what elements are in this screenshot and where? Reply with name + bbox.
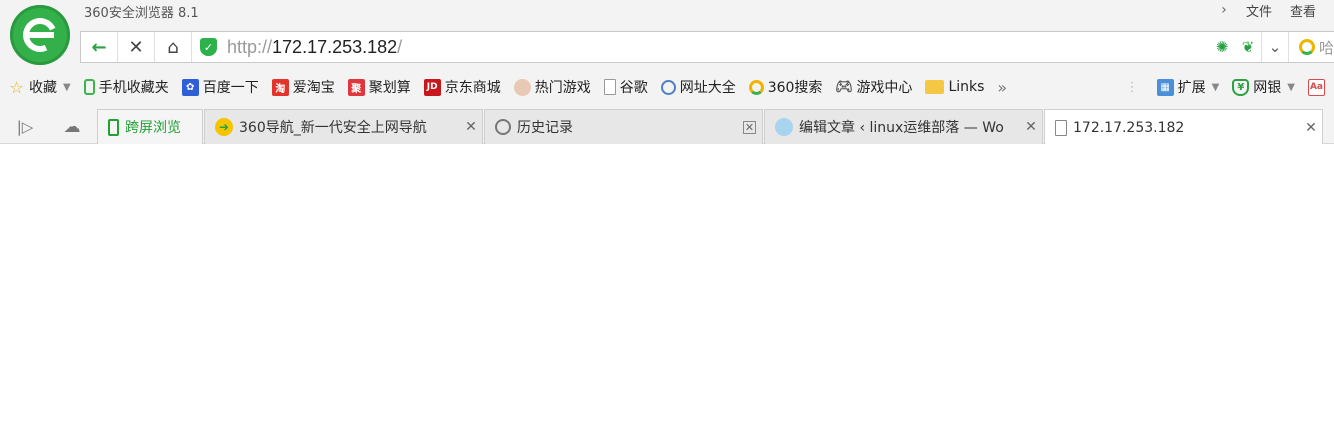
cloud-icon[interactable]: ☁ (52, 109, 92, 144)
chevron-right-icon[interactable]: › (1214, 2, 1234, 18)
clock-icon (495, 119, 511, 135)
security-shield-icon[interactable]: ✓ (200, 38, 217, 56)
translate-button[interactable]: Aa (1303, 75, 1334, 99)
bookmark-links[interactable]: Links (920, 75, 989, 99)
tab-history[interactable]: 历史记录 ✕ (484, 109, 763, 144)
360-browser-logo[interactable] (10, 5, 70, 65)
bank-shield-icon: ¥ (1232, 78, 1250, 96)
bookmark-game-center[interactable]: 🎮︎ 游戏中心 (830, 75, 917, 99)
bookmark-url-directory[interactable]: 网址大全 (656, 75, 741, 99)
search-360-icon (748, 79, 764, 95)
address-bar[interactable]: http://172.17.253.182/ (227, 37, 402, 58)
bookmark-hot-games[interactable]: 热门游戏 (509, 75, 596, 99)
bookmark-favorites[interactable]: ☆ 收藏 ▼ (3, 75, 76, 99)
tab-cross-screen[interactable]: 跨屏浏览 (97, 109, 203, 144)
gamepad-icon: 🎮︎ (835, 79, 853, 95)
page-icon (1055, 119, 1067, 136)
close-icon[interactable]: ✕ (743, 120, 756, 134)
folder-icon (925, 80, 945, 94)
url-tail: / (397, 36, 403, 57)
360-nav-icon: ➜ (215, 118, 233, 136)
browser-chrome: 360安全浏览器 8.1 › 文件 查看 ← ✕ ⌂ ✓ http://172.… (0, 0, 1334, 145)
url-scheme: http:// (227, 36, 273, 57)
bookmark-taobao[interactable]: 淘 爱淘宝 (267, 75, 340, 99)
caret-down-icon[interactable]: ▼ (63, 82, 71, 93)
close-icon[interactable]: ✕ (1300, 120, 1322, 136)
baidu-paw-icon: ✿ (181, 78, 199, 96)
tab-active-page[interactable]: 172.17.253.182 ✕ (1044, 109, 1323, 145)
juhuasuan-icon: 聚 (347, 78, 365, 96)
bookmark-mobile-favorites[interactable]: 手机收藏夹 (79, 75, 174, 99)
game-avatar-icon (513, 78, 531, 96)
bookmark-360-search[interactable]: 360搜索 (744, 75, 828, 99)
url-host: 172.17.253.182 (272, 36, 398, 57)
bookmarks-bar: ☆ 收藏 ▼ 手机收藏夹 ✿ 百度一下 淘 爱淘宝 聚 聚划算 JD 京东商城 … (0, 73, 1334, 101)
leaf-mode-icon[interactable]: ❦ (1235, 32, 1261, 62)
page-content (0, 144, 1334, 424)
wordpress-icon (775, 118, 793, 136)
menu-bar: › 文件 查看 (1214, 0, 1334, 20)
bookmark-google[interactable]: 谷歌 (599, 75, 653, 99)
chevron-down-icon[interactable]: ⌄ (1262, 32, 1288, 62)
back-button[interactable]: ← (81, 32, 118, 62)
stop-button[interactable]: ✕ (118, 32, 155, 62)
taobao-icon: 淘 (271, 78, 289, 96)
menu-view[interactable]: 查看 (1290, 1, 1316, 20)
caret-down-icon[interactable]: ▼ (1212, 82, 1220, 93)
bookmark-juhuasuan[interactable]: 聚 聚划算 (343, 75, 416, 99)
phone-icon (83, 79, 95, 95)
text-size-icon: Aa (1308, 78, 1325, 96)
more-bookmarks-icon[interactable]: » (992, 75, 1012, 99)
loading-spinner-icon[interactable]: ✺ (1209, 32, 1235, 62)
phone-icon (108, 118, 119, 136)
tab-360-navigation[interactable]: ➜ 360导航_新一代安全上网导航 ✕ (204, 109, 483, 144)
globe-icon (660, 79, 676, 95)
extensions-button[interactable]: ▦ 扩展 ▼ (1152, 75, 1225, 99)
caret-down-icon[interactable]: ▼ (1287, 82, 1295, 93)
tab-edit-article[interactable]: 编辑文章 ‹ linux运维部落 — Wo ✕ (764, 109, 1043, 144)
bookmark-baidu[interactable]: ✿ 百度一下 (177, 75, 264, 99)
drag-handle-icon[interactable]: ⋮ (1126, 80, 1139, 95)
bookmark-jd[interactable]: JD 京东商城 (419, 75, 506, 99)
tab-bar: |▷ ☁ 跨屏浏览 ➜ 360导航_新一代安全上网导航 ✕ 历史记录 ✕ 编辑文… (0, 109, 1334, 145)
close-icon[interactable]: ✕ (1020, 119, 1042, 135)
search-input[interactable]: 哈 (1289, 32, 1334, 62)
window-title: 360安全浏览器 8.1 (84, 6, 199, 21)
sidebar-toggle-icon[interactable]: |▷ (5, 109, 45, 144)
star-icon: ☆ (9, 77, 24, 97)
search-360-icon (1298, 39, 1315, 55)
extension-icon: ▦ (1156, 78, 1174, 96)
online-banking-button[interactable]: ¥ 网银 ▼ (1227, 75, 1300, 99)
jd-icon: JD (423, 78, 441, 96)
navigation-bar: ← ✕ ⌂ ✓ http://172.17.253.182/ ✺ ❦ ⌄ 哈 (80, 31, 1334, 63)
close-icon[interactable]: ✕ (460, 119, 482, 135)
home-button[interactable]: ⌂ (155, 32, 192, 62)
menu-file[interactable]: 文件 (1246, 1, 1272, 20)
search-placeholder: 哈 (1318, 38, 1334, 57)
page-icon (603, 79, 616, 95)
